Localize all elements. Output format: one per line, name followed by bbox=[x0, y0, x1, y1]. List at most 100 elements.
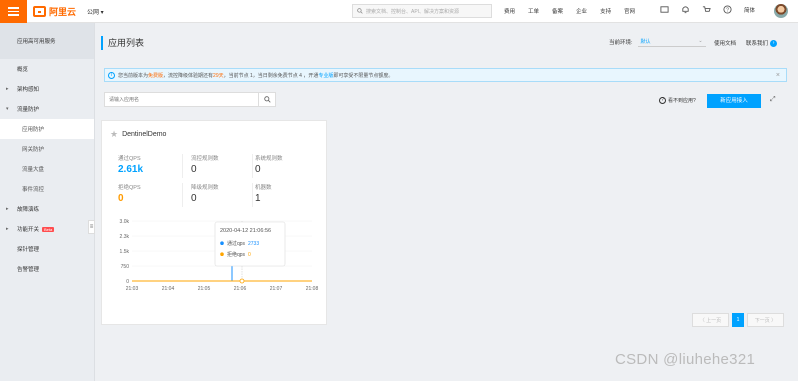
tooltip-legend-dot bbox=[220, 252, 224, 256]
stat-value-flow-rules: 0 bbox=[191, 164, 197, 175]
cant-see-app-link[interactable]: ? 看不到应用? bbox=[659, 97, 696, 104]
sidebar-item-label: 概览 bbox=[17, 67, 29, 73]
sidebar: 应用高可用服务 概览 ▸ 架构感知 ▾ 流量防护 应用防护 网关防护 流量大盘 事件流控 ▸ 故障演… bbox=[0, 23, 95, 381]
menu-icon[interactable] bbox=[0, 0, 27, 23]
qps-chart[interactable]: 3.0k2.3k1.5k750021:03 21:04 21:05 21:06 21:0… bbox=[102, 211, 326, 306]
sidebar-item-label: 流量大盘 bbox=[22, 167, 45, 173]
global-search[interactable]: 搜索文档、控制台、API、解决方案和资源 bbox=[352, 4, 492, 18]
star-icon[interactable]: ★ bbox=[110, 129, 118, 140]
stat-value-system-rules: 0 bbox=[255, 164, 261, 175]
sidebar-header: 应用高可用服务 bbox=[0, 23, 94, 59]
app-card[interactable]: ★ DentinelDemo 通过QPS 2.61k 流控规则数 0 系统规则数… bbox=[101, 120, 327, 325]
app-card-title: ★ DentinelDemo bbox=[110, 129, 166, 140]
free-edition: 免费版 bbox=[148, 72, 164, 79]
hover-point bbox=[239, 278, 245, 284]
language-switch[interactable]: 简体 bbox=[744, 6, 755, 14]
stat-label-pass-qps: 通过QPS bbox=[118, 156, 141, 162]
chevron-down-icon: ⌄ bbox=[698, 38, 703, 44]
nav-official-site[interactable]: 官网 bbox=[624, 7, 635, 15]
sidebar-item[interactable]: 网关防护 bbox=[0, 139, 94, 159]
sidebar-item-label: 告警管理 bbox=[17, 267, 40, 273]
sidebar-item[interactable]: ▸ 功能开关 Beta bbox=[0, 219, 94, 239]
pagination: 〈 上一页 1 下一页 〉 bbox=[692, 313, 784, 327]
stat-divider bbox=[252, 154, 253, 178]
sidebar-item[interactable]: 流量大盘 bbox=[0, 159, 94, 179]
logo[interactable]: 阿里云 bbox=[33, 5, 76, 18]
stat-divider bbox=[182, 154, 183, 178]
search-icon bbox=[357, 8, 363, 14]
company-switcher[interactable]: 公网 ▾ bbox=[87, 7, 104, 16]
y-tick-label: 3.0k bbox=[120, 219, 130, 225]
header-links: 使用文档 联系我们 › bbox=[714, 39, 778, 48]
sidebar-item[interactable]: 应用防护 bbox=[0, 119, 94, 139]
user-avatar[interactable] bbox=[774, 4, 788, 18]
screen-icon[interactable] bbox=[660, 5, 669, 14]
search-button[interactable] bbox=[258, 93, 275, 106]
sidebar-item[interactable]: 事件流控 bbox=[0, 179, 94, 199]
contact-circle-icon: › bbox=[770, 40, 778, 48]
x-tick-label: 21:04 bbox=[162, 286, 175, 292]
app-name-input[interactable] bbox=[105, 93, 258, 106]
nav-enterprise[interactable]: 企业 bbox=[576, 7, 587, 15]
page-title: 应用列表 bbox=[101, 36, 144, 50]
prev-page-button[interactable]: 〈 上一页 bbox=[692, 313, 729, 327]
tooltip-legend-dot bbox=[220, 241, 224, 245]
sidebar-item[interactable]: 告警管理 bbox=[0, 259, 94, 279]
trial-days: 29天 bbox=[213, 72, 224, 79]
caret-right-icon: ▸ bbox=[6, 206, 9, 212]
cant-see-app-label: 看不到应用? bbox=[668, 98, 696, 104]
svg-text:?: ? bbox=[726, 8, 729, 14]
tooltip-series-value: 0 bbox=[248, 252, 251, 258]
nav-icp[interactable]: 备案 bbox=[552, 7, 563, 15]
x-tick-label: 21:06 bbox=[234, 286, 247, 292]
close-icon[interactable]: × bbox=[776, 72, 780, 79]
nav-tickets[interactable]: 工单 bbox=[528, 7, 539, 15]
bell-icon[interactable] bbox=[681, 5, 690, 14]
stat-label-reject-qps: 拒绝QPS bbox=[118, 185, 141, 191]
env-value: 默认 bbox=[640, 38, 651, 45]
info-icon: i bbox=[108, 71, 115, 79]
next-page-button[interactable]: 下一页 〉 bbox=[747, 313, 784, 327]
help-icon[interactable]: ? bbox=[723, 5, 732, 14]
env-label: 当前环境: bbox=[609, 39, 633, 46]
search-placeholder: 搜索文档、控制台、API、解决方案和资源 bbox=[366, 8, 460, 15]
stat-value-degrade-rules: 0 bbox=[191, 193, 197, 204]
cart-icon[interactable] bbox=[702, 5, 711, 14]
x-tick-label: 21:05 bbox=[198, 286, 211, 292]
sidebar-item-label: 探针管理 bbox=[17, 247, 40, 253]
stat-divider bbox=[252, 183, 253, 207]
fullscreen-icon[interactable]: ⤢ bbox=[770, 96, 776, 104]
stat-value-reject-qps: 0 bbox=[118, 193, 124, 204]
tooltip-series-value: 2733 bbox=[248, 241, 259, 247]
contact-link-label: 联系我们 bbox=[746, 41, 769, 47]
top-icons: ? 简体 bbox=[660, 5, 755, 14]
doc-link[interactable]: 使用文档 bbox=[714, 39, 736, 47]
sidebar-item-label: 架构感知 bbox=[17, 87, 40, 93]
sidebar-item[interactable]: ▸ 故障演练 bbox=[0, 199, 94, 219]
top-bar: 阿里云 公网 ▾ 搜索文档、控制台、API、解决方案和资源 费用 工单 备案 企… bbox=[0, 0, 798, 23]
sidebar-item-label: 流量防护 bbox=[17, 107, 40, 113]
sidebar-item[interactable]: ▾ 流量防护 bbox=[0, 99, 94, 119]
question-icon: ? bbox=[659, 97, 666, 104]
caret-down-icon: ▾ bbox=[6, 106, 9, 112]
nav-fees[interactable]: 费用 bbox=[504, 7, 515, 15]
contact-link[interactable]: 联系我们 › bbox=[746, 39, 778, 48]
notice-text: 您当前版本为免费版，流控降级体验期还有29天，当前节点 1，当日剩余免费节点 4… bbox=[118, 72, 394, 79]
sidebar-item[interactable]: 概览 bbox=[0, 59, 94, 79]
sidebar-item[interactable]: 探针管理 bbox=[0, 239, 94, 259]
sidebar-item[interactable]: ▸ 架构感知 bbox=[0, 79, 94, 99]
sidebar-item-label: 应用防护 bbox=[22, 127, 45, 133]
add-app-button[interactable]: 新应用接入 bbox=[707, 94, 761, 108]
sidebar-item-label: 网关防护 bbox=[22, 147, 45, 153]
page-1-button[interactable]: 1 bbox=[732, 313, 744, 327]
collapse-sidebar-icon[interactable]: ≡ bbox=[88, 220, 95, 234]
beta-badge: Beta bbox=[42, 226, 55, 232]
logo-text: 阿里云 bbox=[49, 7, 77, 17]
x-tick-label: 21:08 bbox=[306, 286, 319, 292]
nav-support[interactable]: 支持 bbox=[600, 7, 611, 15]
y-tick-label: 2.3k bbox=[120, 234, 130, 240]
main-content: 应用列表 当前环境: 默认 ⌄ 使用文档 联系我们 › i 您当前版本为免费版，流… bbox=[95, 23, 798, 381]
env-select[interactable]: 默认 ⌄ bbox=[637, 36, 706, 47]
pro-edition-link[interactable]: 专业版 bbox=[318, 73, 333, 79]
sidebar-item-label: 故障演练 bbox=[17, 207, 40, 213]
